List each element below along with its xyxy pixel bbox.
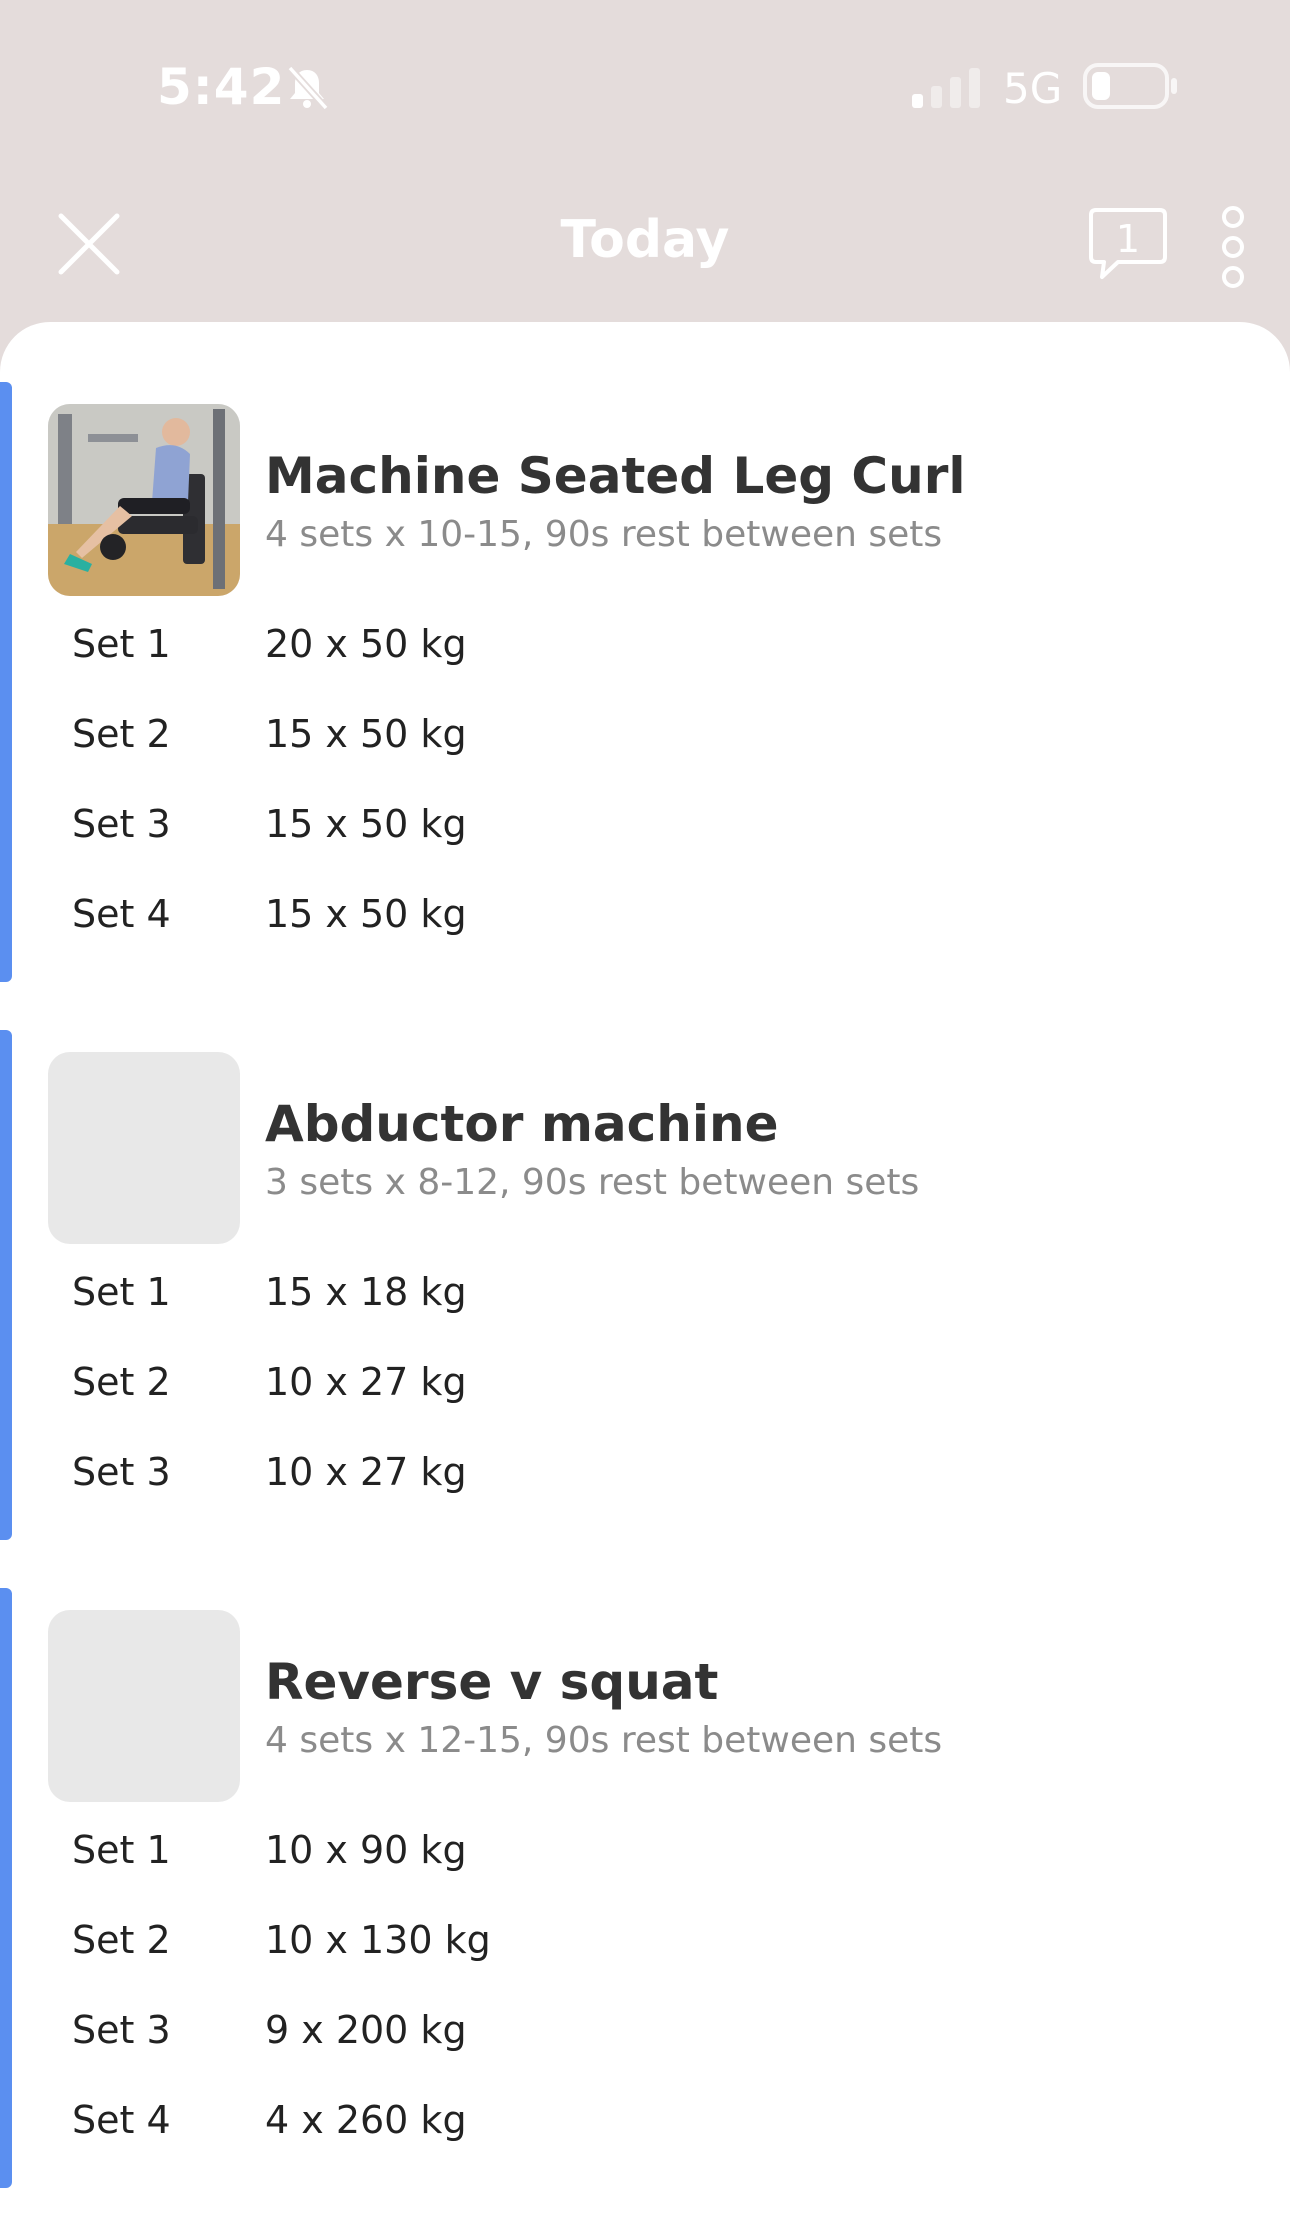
set-row[interactable]: Set 4 4 x 260 kg [0,2098,1200,2178]
exercise-thumbnail[interactable] [48,404,240,596]
exercise-title: Abductor machine [265,1095,779,1153]
set-label: Set 3 [72,1450,171,1494]
set-label: Set 1 [72,1828,171,1872]
set-label: Set 3 [72,2008,171,2052]
set-row[interactable]: Set 2 15 x 50 kg [0,712,1200,792]
exercise-title: Reverse v squat [265,1653,719,1711]
exercise-thumbnail-placeholder[interactable] [48,1052,240,1244]
exercise-card[interactable]: Machine Seated Leg Curl 4 sets x 10-15, … [0,382,1290,982]
set-label: Set 4 [72,2098,171,2142]
set-value: 15 x 50 kg [265,712,467,756]
set-label: Set 1 [72,622,171,666]
set-label: Set 4 [72,892,171,936]
set-row[interactable]: Set 1 20 x 50 kg [0,622,1200,702]
set-label: Set 3 [72,802,171,846]
set-value: 20 x 50 kg [265,622,467,666]
set-row[interactable]: Set 3 15 x 50 kg [0,802,1200,882]
exercise-card[interactable]: Reverse v squat 4 sets x 12-15, 90s rest… [0,1588,1290,2188]
set-label: Set 2 [72,1918,171,1962]
set-row[interactable]: Set 4 15 x 50 kg [0,892,1200,972]
exercise-subtitle: 3 sets x 8-12, 90s rest between sets [265,1162,920,1203]
workout-sheet: Machine Seated Leg Curl 4 sets x 10-15, … [0,322,1290,2230]
battery-icon [1083,63,1177,109]
set-value: 15 x 18 kg [265,1270,467,1314]
set-value: 10 x 90 kg [265,1828,467,1872]
set-row[interactable]: Set 3 9 x 200 kg [0,2008,1200,2088]
more-vertical-icon[interactable] [1218,205,1248,289]
set-row[interactable]: Set 2 10 x 130 kg [0,1918,1200,1998]
comment-count: 1 [1115,217,1141,261]
exercise-subtitle: 4 sets x 10-15, 90s rest between sets [265,514,943,555]
exercise-subtitle: 4 sets x 12-15, 90s rest between sets [265,1720,943,1761]
exercise-thumbnail-placeholder[interactable] [48,1610,240,1802]
status-bar: 5:42 5G [0,0,1290,180]
set-row[interactable]: Set 1 15 x 18 kg [0,1270,1200,1350]
set-value: 9 x 200 kg [265,2008,467,2052]
exercise-title: Machine Seated Leg Curl [265,447,966,505]
set-label: Set 2 [72,1360,171,1404]
set-row[interactable]: Set 1 10 x 90 kg [0,1828,1200,1908]
signal-icon [912,68,980,108]
set-value: 4 x 260 kg [265,2098,467,2142]
network-label: 5G [1003,64,1063,113]
set-label: Set 2 [72,712,171,756]
set-value: 15 x 50 kg [265,802,467,846]
set-label: Set 1 [72,1270,171,1314]
set-value: 10 x 27 kg [265,1360,467,1404]
set-row[interactable]: Set 3 10 x 27 kg [0,1450,1200,1530]
exercise-card[interactable]: Abductor machine 3 sets x 8-12, 90s rest… [0,1030,1290,1540]
bell-slash-icon [287,65,329,111]
set-value: 10 x 27 kg [265,1450,467,1494]
set-value: 10 x 130 kg [265,1918,491,1962]
set-row[interactable]: Set 2 10 x 27 kg [0,1360,1200,1440]
set-value: 15 x 50 kg [265,892,467,936]
status-time: 5:42 [157,58,286,116]
leg-curl-photo [48,404,240,596]
